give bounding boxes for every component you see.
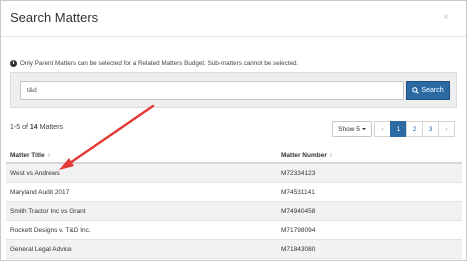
matter-title-cell: General Legal Advice [10,246,72,253]
search-input[interactable] [20,81,404,100]
table-row[interactable]: West vs Andrews M72334123 [6,164,462,183]
search-matters-modal: Search Matters × i Only Parent Matters c… [0,0,467,261]
results-count: 1-5 of 14 Matters [10,124,63,131]
column-header-label: Matter Number [281,152,327,159]
page-next-button[interactable]: › [438,121,455,137]
matter-title-cell: Maryland Audit 2017 [10,189,70,196]
matter-number-cell: M71843080 [281,246,316,253]
page-prev-button[interactable]: ‹ [374,121,391,137]
matter-number-cell: M71798094 [281,227,316,234]
results-of: of [22,124,28,131]
matter-number-cell: M74940458 [281,208,316,215]
modal-title: Search Matters [10,10,99,25]
column-header-matter-number[interactable]: Matter Number ⇕ [281,152,333,159]
search-button[interactable]: Search [406,81,450,100]
show-count-label: Show 5 [338,125,360,133]
matter-title-cell: Smith Tractor Inc vs Grant [10,208,86,215]
info-message: i Only Parent Matters can be selected fo… [10,57,298,69]
show-count-dropdown[interactable]: Show 5 [332,121,372,137]
table-row[interactable]: Smith Tractor Inc vs Grant M74940458 [6,202,462,221]
caret-down-icon [361,128,366,130]
matter-title-cell: Rockett Designs v. T&D Inc. [10,227,91,234]
search-button-label: Search [421,87,444,94]
info-icon: i [10,59,17,67]
matter-title-cell: West vs Andrews [10,170,60,177]
info-text: Only Parent Matters can be selected for … [20,59,299,67]
page-1-button[interactable]: 1 [390,121,407,137]
search-panel: Search [10,72,457,108]
matter-number-cell: M72334123 [281,170,316,177]
table-header: Matter Title ⇕ Matter Number ⇕ [6,147,462,164]
modal-header: Search Matters × [1,1,466,37]
matters-table: Matter Title ⇕ Matter Number ⇕ West vs And… [6,147,462,259]
search-icon [412,87,420,94]
matter-number-cell: M74531141 [281,189,315,196]
table-row[interactable]: Maryland Audit 2017 M74531141 [6,183,462,202]
table-row[interactable]: General Legal Advice M71843080 [6,240,462,259]
pagination: ‹ 1 2 3 › [374,121,455,137]
results-range: 1-5 [10,124,21,131]
sort-icon: ⇕ [328,153,334,159]
page-3-button[interactable]: 3 [422,121,439,137]
page-2-button[interactable]: 2 [406,121,423,137]
column-header-matter-title[interactable]: Matter Title ⇕ [10,152,51,159]
close-icon[interactable]: × [443,12,449,23]
table-row[interactable]: Rockett Designs v. T&D Inc. M71798094 [6,221,462,240]
column-header-label: Matter Title [10,152,45,159]
sort-icon: ⇕ [46,153,51,159]
results-total: 14 [29,124,38,131]
results-noun: Matters [39,124,63,131]
